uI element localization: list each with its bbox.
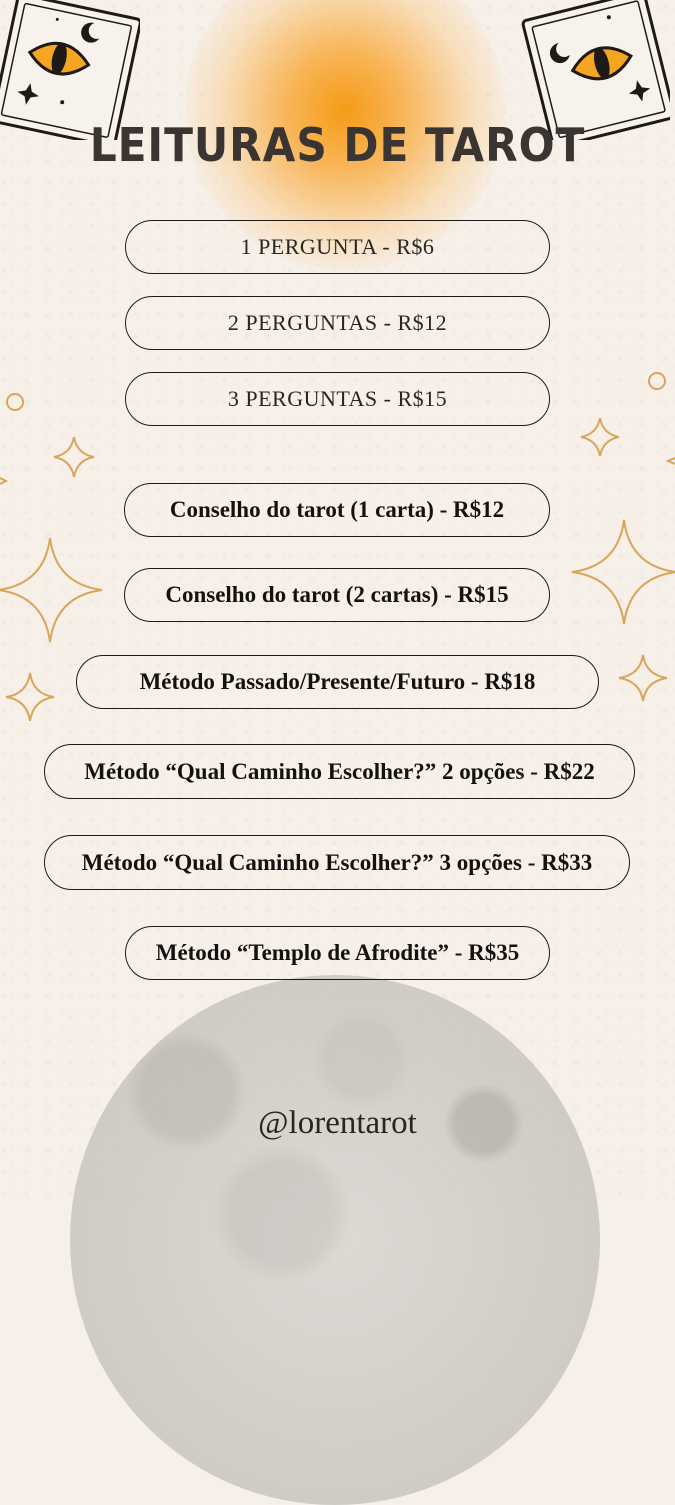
option-conselho-2-cartas[interactable]: Conselho do tarot (2 cartas) - R$15 <box>124 568 550 622</box>
option-2-perguntas[interactable]: 2 PERGUNTAS - R$12 <box>125 296 550 350</box>
sparkle-star-icon <box>5 672 55 722</box>
sparkle-star-icon <box>618 654 668 702</box>
option-3-perguntas[interactable]: 3 PERGUNTAS - R$15 <box>125 372 550 426</box>
sparkle-star-icon <box>0 477 9 485</box>
option-1-pergunta[interactable]: 1 PERGUNTA - R$6 <box>125 220 550 274</box>
circle-icon <box>648 372 666 390</box>
option-qual-caminho-3[interactable]: Método “Qual Caminho Escolher?” 3 opções… <box>44 835 630 890</box>
sparkle-star-icon <box>665 457 675 465</box>
sparkle-star-icon <box>580 417 620 457</box>
option-passado-presente-futuro[interactable]: Método Passado/Presente/Futuro - R$18 <box>76 655 599 709</box>
option-qual-caminho-2[interactable]: Método “Qual Caminho Escolher?” 2 opções… <box>44 744 635 799</box>
option-conselho-1-carta[interactable]: Conselho do tarot (1 carta) - R$12 <box>124 483 550 537</box>
sparkle-star-icon <box>53 436 95 478</box>
sparkle-star-icon <box>0 537 103 643</box>
sparkle-star-icon <box>571 519 675 625</box>
option-templo-afrodite[interactable]: Método “Templo de Afrodite” - R$35 <box>125 926 550 980</box>
circle-icon <box>6 393 24 411</box>
instagram-handle: @lorentarot <box>258 1105 417 1141</box>
page-title: LEITURAS DE TAROT <box>89 118 586 172</box>
